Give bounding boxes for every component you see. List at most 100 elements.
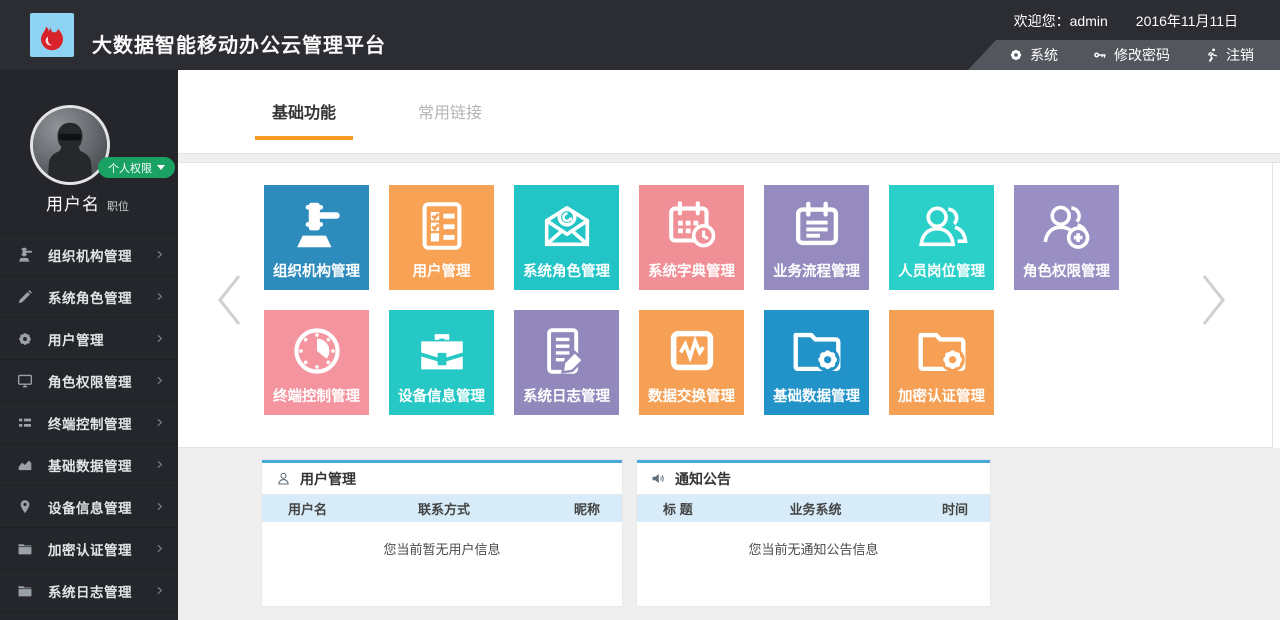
- notices-table-header: 标 题 业务系统 时间: [637, 495, 990, 522]
- tile-org-management[interactable]: 组织机构管理: [264, 185, 369, 290]
- chevron-right-icon: [154, 333, 165, 344]
- change-password-button[interactable]: 修改密码: [1092, 45, 1170, 65]
- tile-basic-data[interactable]: 基础数据管理: [764, 310, 869, 415]
- sidebar-item-label: 加密认证管理: [48, 539, 132, 559]
- sidebar-item-system-log[interactable]: 系统日志管理: [0, 570, 178, 612]
- gear-icon: [16, 330, 34, 348]
- system-menu-button[interactable]: 系统: [1008, 45, 1058, 65]
- col-time: 时间: [873, 499, 968, 518]
- section-divider: [178, 153, 1280, 163]
- tile-label: 系统角色管理: [514, 260, 619, 281]
- tab-common-links[interactable]: 常用链接: [401, 99, 499, 140]
- carousel-prev-button[interactable]: [212, 271, 246, 329]
- tab-basic-functions[interactable]: 基础功能: [255, 99, 353, 140]
- folder-icon: [16, 540, 34, 558]
- notepad-icon: [788, 197, 846, 255]
- monitor-wave-icon: [663, 322, 721, 380]
- chevron-right-icon: [154, 585, 165, 596]
- checklist-icon: [413, 197, 471, 255]
- tile-system-role[interactable]: 系统角色管理: [514, 185, 619, 290]
- users-empty-message: 您当前暂无用户信息: [262, 539, 622, 558]
- carousel-next-button[interactable]: [1197, 271, 1231, 329]
- tile-label: 人员岗位管理: [889, 260, 994, 281]
- tile-user-management[interactable]: 用户管理: [389, 185, 494, 290]
- users-panel: 用户管理 用户名 联系方式 昵称 您当前暂无用户信息: [262, 460, 622, 606]
- chevron-right-icon: [154, 417, 165, 428]
- sidebar-item-label: 设备信息管理: [48, 497, 132, 517]
- logout-button[interactable]: 注销: [1204, 45, 1254, 65]
- folder-gear-icon: [913, 322, 971, 380]
- col-title: 标 题: [663, 499, 758, 518]
- users-table-header: 用户名 联系方式 昵称: [262, 495, 622, 522]
- chevron-right-icon: [154, 291, 165, 302]
- gavel-icon: [16, 246, 34, 264]
- sidebar-item-basic-data[interactable]: 基础数据管理: [0, 444, 178, 486]
- notices-empty-message: 您当前无通知公告信息: [637, 539, 990, 558]
- tile-personnel-post[interactable]: 人员岗位管理: [889, 185, 994, 290]
- users-panel-title: 用户管理: [262, 463, 622, 495]
- tile-data-exchange[interactable]: 数据交换管理: [639, 310, 744, 415]
- sidebar-item-org-management[interactable]: 组织机构管理: [0, 234, 178, 276]
- people-icon: [913, 197, 971, 255]
- sidebar-item-label: 系统日志管理: [48, 581, 132, 601]
- sidebar-item-role-permission[interactable]: 角色权限管理: [0, 360, 178, 402]
- sidebar-menu: 组织机构管理 系统角色管理 用户管理 角色权限管理 终端控制管理 基础数据管理: [0, 233, 178, 612]
- tile-system-log[interactable]: 系统日志管理: [514, 310, 619, 415]
- tile-business-process[interactable]: 业务流程管理: [764, 185, 869, 290]
- notices-panel-title: 通知公告: [637, 463, 990, 495]
- badge-label: 个人权限: [108, 160, 152, 176]
- col-username: 用户名: [288, 499, 386, 518]
- sidebar-item-label: 终端控制管理: [48, 413, 132, 433]
- change-password-label: 修改密码: [1114, 45, 1170, 65]
- tile-row-2: 终端控制管理 设备信息管理 系统日志管理 数据交换管理 基础数据管理 加密认证管…: [264, 310, 994, 415]
- logout-label: 注销: [1226, 45, 1254, 65]
- people-plus-icon: [1038, 197, 1096, 255]
- personal-permission-badge[interactable]: 个人权限: [98, 157, 175, 178]
- chevron-right-icon: [154, 543, 165, 554]
- sidebar-item-label: 基础数据管理: [48, 455, 132, 475]
- header-toolbar: 系统 修改密码 注销: [968, 40, 1280, 70]
- sidebar-item-system-role[interactable]: 系统角色管理: [0, 276, 178, 318]
- doc-pencil-icon: [538, 322, 596, 380]
- sidebar-item-label: 系统角色管理: [48, 287, 132, 307]
- sidebar-item-terminal-control[interactable]: 终端控制管理: [0, 402, 178, 444]
- sidebar-item-device-info[interactable]: 设备信息管理: [0, 486, 178, 528]
- pin-icon: [16, 498, 34, 516]
- col-business-system: 业务系统: [758, 499, 872, 518]
- tile-label: 组织机构管理: [264, 260, 369, 281]
- pencil-icon: [16, 288, 34, 306]
- tile-terminal-control[interactable]: 终端控制管理: [264, 310, 369, 415]
- tile-label: 加密认证管理: [889, 385, 994, 406]
- sidebar-item-user-management[interactable]: 用户管理: [0, 318, 178, 360]
- tile-system-dictionary[interactable]: 系统字典管理: [639, 185, 744, 290]
- sidebar-item-label: 用户管理: [48, 329, 104, 349]
- avatar[interactable]: [30, 105, 110, 185]
- app-header: 大数据智能移动办公云管理平台 欢迎您：admin 2016年11月11日 系统 …: [0, 0, 1280, 70]
- sidebar-item-encryption-auth[interactable]: 加密认证管理: [0, 528, 178, 570]
- user-identity: 用户名 职位: [46, 190, 129, 215]
- calendar-clock-icon: [663, 197, 721, 255]
- tile-label: 系统日志管理: [514, 385, 619, 406]
- chevron-right-icon: [154, 249, 165, 260]
- tile-device-info[interactable]: 设备信息管理: [389, 310, 494, 415]
- tile-label: 终端控制管理: [264, 385, 369, 406]
- col-nickname: 昵称: [503, 499, 601, 518]
- monitor-icon: [16, 372, 34, 390]
- gear-icon: [1008, 47, 1024, 63]
- notices-panel-title-text: 通知公告: [675, 469, 731, 489]
- tile-label: 系统字典管理: [639, 260, 744, 281]
- tile-role-permission[interactable]: 角色权限管理: [1014, 185, 1119, 290]
- dial-icon: [288, 322, 346, 380]
- sidebar: 个人权限 用户名 职位 组织机构管理 系统角色管理 用户管理 角色权限管理: [0, 70, 178, 620]
- folder-gear-icon: [788, 322, 846, 380]
- system-menu-label: 系统: [1030, 45, 1058, 65]
- email-at-icon: [538, 197, 596, 255]
- col-contact: 联系方式: [386, 499, 503, 518]
- app-logo: [30, 13, 74, 57]
- tile-encryption-auth[interactable]: 加密认证管理: [889, 310, 994, 415]
- tile-label: 角色权限管理: [1014, 260, 1119, 281]
- chevron-right-icon: [154, 375, 165, 386]
- notices-panel: 通知公告 标 题 业务系统 时间 您当前无通知公告信息: [637, 460, 990, 606]
- tile-label: 设备信息管理: [389, 385, 494, 406]
- person-icon: [275, 470, 292, 487]
